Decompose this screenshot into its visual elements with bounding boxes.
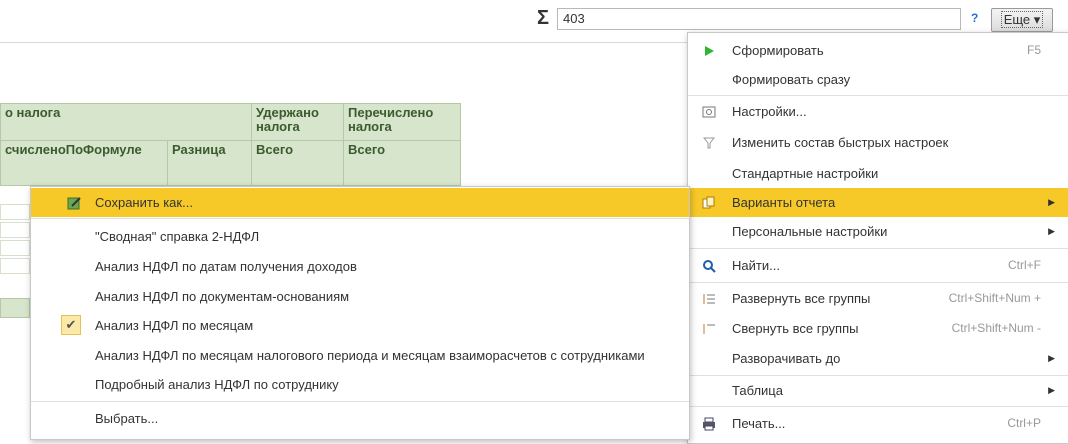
more-button-label: Еще: [1003, 12, 1031, 27]
table-row: [0, 204, 30, 220]
submenu-arrow-icon: ▶: [1048, 385, 1055, 395]
submenu-arrow-icon: ▶: [1048, 353, 1055, 363]
menu-item-print[interactable]: Печать... Ctrl+P: [688, 409, 1068, 438]
submenu-item-variant[interactable]: Анализ НДФЛ по документам-основаниям: [31, 282, 689, 311]
save-as-icon: [67, 197, 81, 210]
menu-item-label: Выбрать...: [95, 411, 159, 426]
filter-icon: [702, 137, 716, 149]
menu-separator: [31, 401, 689, 402]
submenu-item-variant-selected[interactable]: ✔ Анализ НДФЛ по месяцам: [31, 311, 689, 340]
submenu-item-variant[interactable]: Анализ НДФЛ по месяцам налогового период…: [31, 341, 689, 370]
menu-item-expand-groups[interactable]: Развернуть все группы Ctrl+Shift+Num +: [688, 284, 1068, 313]
shortcut-label: Ctrl+Shift+Num +: [948, 291, 1041, 305]
menu-item-table[interactable]: Таблица ▶: [688, 376, 1068, 405]
search-icon: [703, 260, 716, 273]
menu-item-label: Анализ НДФЛ по датам получения доходов: [95, 259, 357, 274]
menu-item-label: Сохранить как...: [95, 195, 193, 210]
collapse-groups-icon: [703, 324, 715, 334]
menu-item-label: Разворачивать до: [732, 351, 841, 366]
menu-item-generate-now[interactable]: Формировать сразу: [688, 65, 1068, 94]
menu-item-standard-settings[interactable]: Стандартные настройки: [688, 159, 1068, 188]
menu-separator: [688, 282, 1068, 283]
menu-item-label: "Сводная" справка 2-НДФЛ: [95, 229, 260, 244]
table-row: [0, 240, 30, 256]
settings-icon: [702, 106, 716, 118]
menu-item-generate[interactable]: Сформировать F5: [688, 36, 1068, 65]
submenu-item-choose[interactable]: Выбрать...: [31, 404, 689, 433]
menu-item-quick-settings[interactable]: Изменить состав быстрых настроек: [688, 128, 1068, 157]
menu-separator: [688, 95, 1068, 96]
menu-item-label: Анализ НДФЛ по документам-основаниям: [95, 289, 350, 304]
menu-item-label: Найти...: [732, 258, 780, 273]
submenu-item-variant[interactable]: "Сводная" справка 2-НДФЛ: [31, 222, 689, 251]
menu-item-label: Формировать сразу: [732, 72, 851, 87]
header-tax-calc: о налога: [0, 103, 252, 141]
subheader-difference: Разница: [167, 140, 252, 186]
table-row: [0, 222, 30, 238]
print-icon: [703, 417, 715, 431]
submenu-arrow-icon: ▶: [1048, 197, 1055, 207]
sum-icon: Σ: [537, 7, 550, 29]
menu-item-label: Печать...: [732, 416, 786, 431]
menu-item-report-variants[interactable]: Варианты отчета ▶: [688, 188, 1068, 217]
shortcut-label: Ctrl+Shift+Num -: [951, 321, 1041, 335]
subheader-withheld-total: Всего: [251, 140, 344, 186]
table-row: [0, 258, 30, 274]
menu-item-personal-settings[interactable]: Персональные настройки ▶: [688, 217, 1068, 246]
table-total-row: [0, 298, 30, 318]
shortcut-label: Ctrl+F: [1008, 258, 1041, 272]
menu-item-label: Изменить состав быстрых настроек: [732, 135, 949, 150]
menu-item-find[interactable]: Найти... Ctrl+F: [688, 251, 1068, 280]
play-icon: [705, 46, 714, 56]
shortcut-label: Ctrl+P: [1007, 416, 1041, 430]
submenu-arrow-icon: ▶: [1048, 226, 1055, 236]
menu-item-label: Варианты отчета: [732, 195, 836, 210]
menu-item-label: Свернуть все группы: [732, 321, 859, 336]
submenu-item-variant[interactable]: Подробный анализ НДФЛ по сотруднику: [31, 370, 689, 399]
header-withheld: Удержано налога: [251, 103, 344, 141]
menu-item-label: Сформировать: [732, 43, 824, 58]
submenu-item-variant[interactable]: Анализ НДФЛ по датам получения доходов: [31, 252, 689, 281]
menu-separator: [688, 248, 1068, 249]
menu-item-label: Подробный анализ НДФЛ по сотруднику: [95, 377, 339, 392]
header-transferred: Перечислено налога: [343, 103, 461, 141]
menu-item-label: Персональные настройки: [732, 224, 888, 239]
menu-item-label: Стандартные настройки: [732, 166, 879, 181]
help-button[interactable]: ?: [971, 11, 978, 25]
menu-item-label: Анализ НДФЛ по месяцам налогового период…: [95, 348, 645, 363]
subheader-transferred-total: Всего: [343, 140, 461, 186]
sum-field[interactable]: 403: [557, 8, 961, 30]
shortcut-label: F5: [1026, 43, 1041, 57]
report-variants-icon: [702, 196, 715, 209]
subheader-formula: счисленоПоФормуле: [0, 140, 168, 186]
menu-separator: [688, 406, 1068, 407]
submenu-item-save-as[interactable]: Сохранить как...: [31, 188, 689, 217]
menu-item-label: Развернуть все группы: [732, 291, 871, 306]
menu-item-collapse-groups[interactable]: Свернуть все группы Ctrl+Shift+Num -: [688, 314, 1068, 343]
more-button[interactable]: Еще ▾: [991, 8, 1053, 32]
menu-item-expand-to[interactable]: Разворачивать до ▶: [688, 344, 1068, 373]
checkmark-icon: ✔: [61, 315, 81, 335]
menu-separator: [31, 218, 689, 219]
report-variants-submenu: Сохранить как... "Сводная" справка 2-НДФ…: [30, 186, 690, 440]
menu-item-settings[interactable]: Настройки...: [688, 97, 1068, 126]
menu-item-label: Таблица: [732, 383, 783, 398]
menu-item-label: Настройки...: [732, 104, 807, 119]
more-menu: Сформировать F5 Формировать сразу Настро…: [687, 32, 1068, 444]
menu-item-label: Анализ НДФЛ по месяцам: [95, 318, 254, 333]
expand-groups-icon: [703, 294, 715, 304]
